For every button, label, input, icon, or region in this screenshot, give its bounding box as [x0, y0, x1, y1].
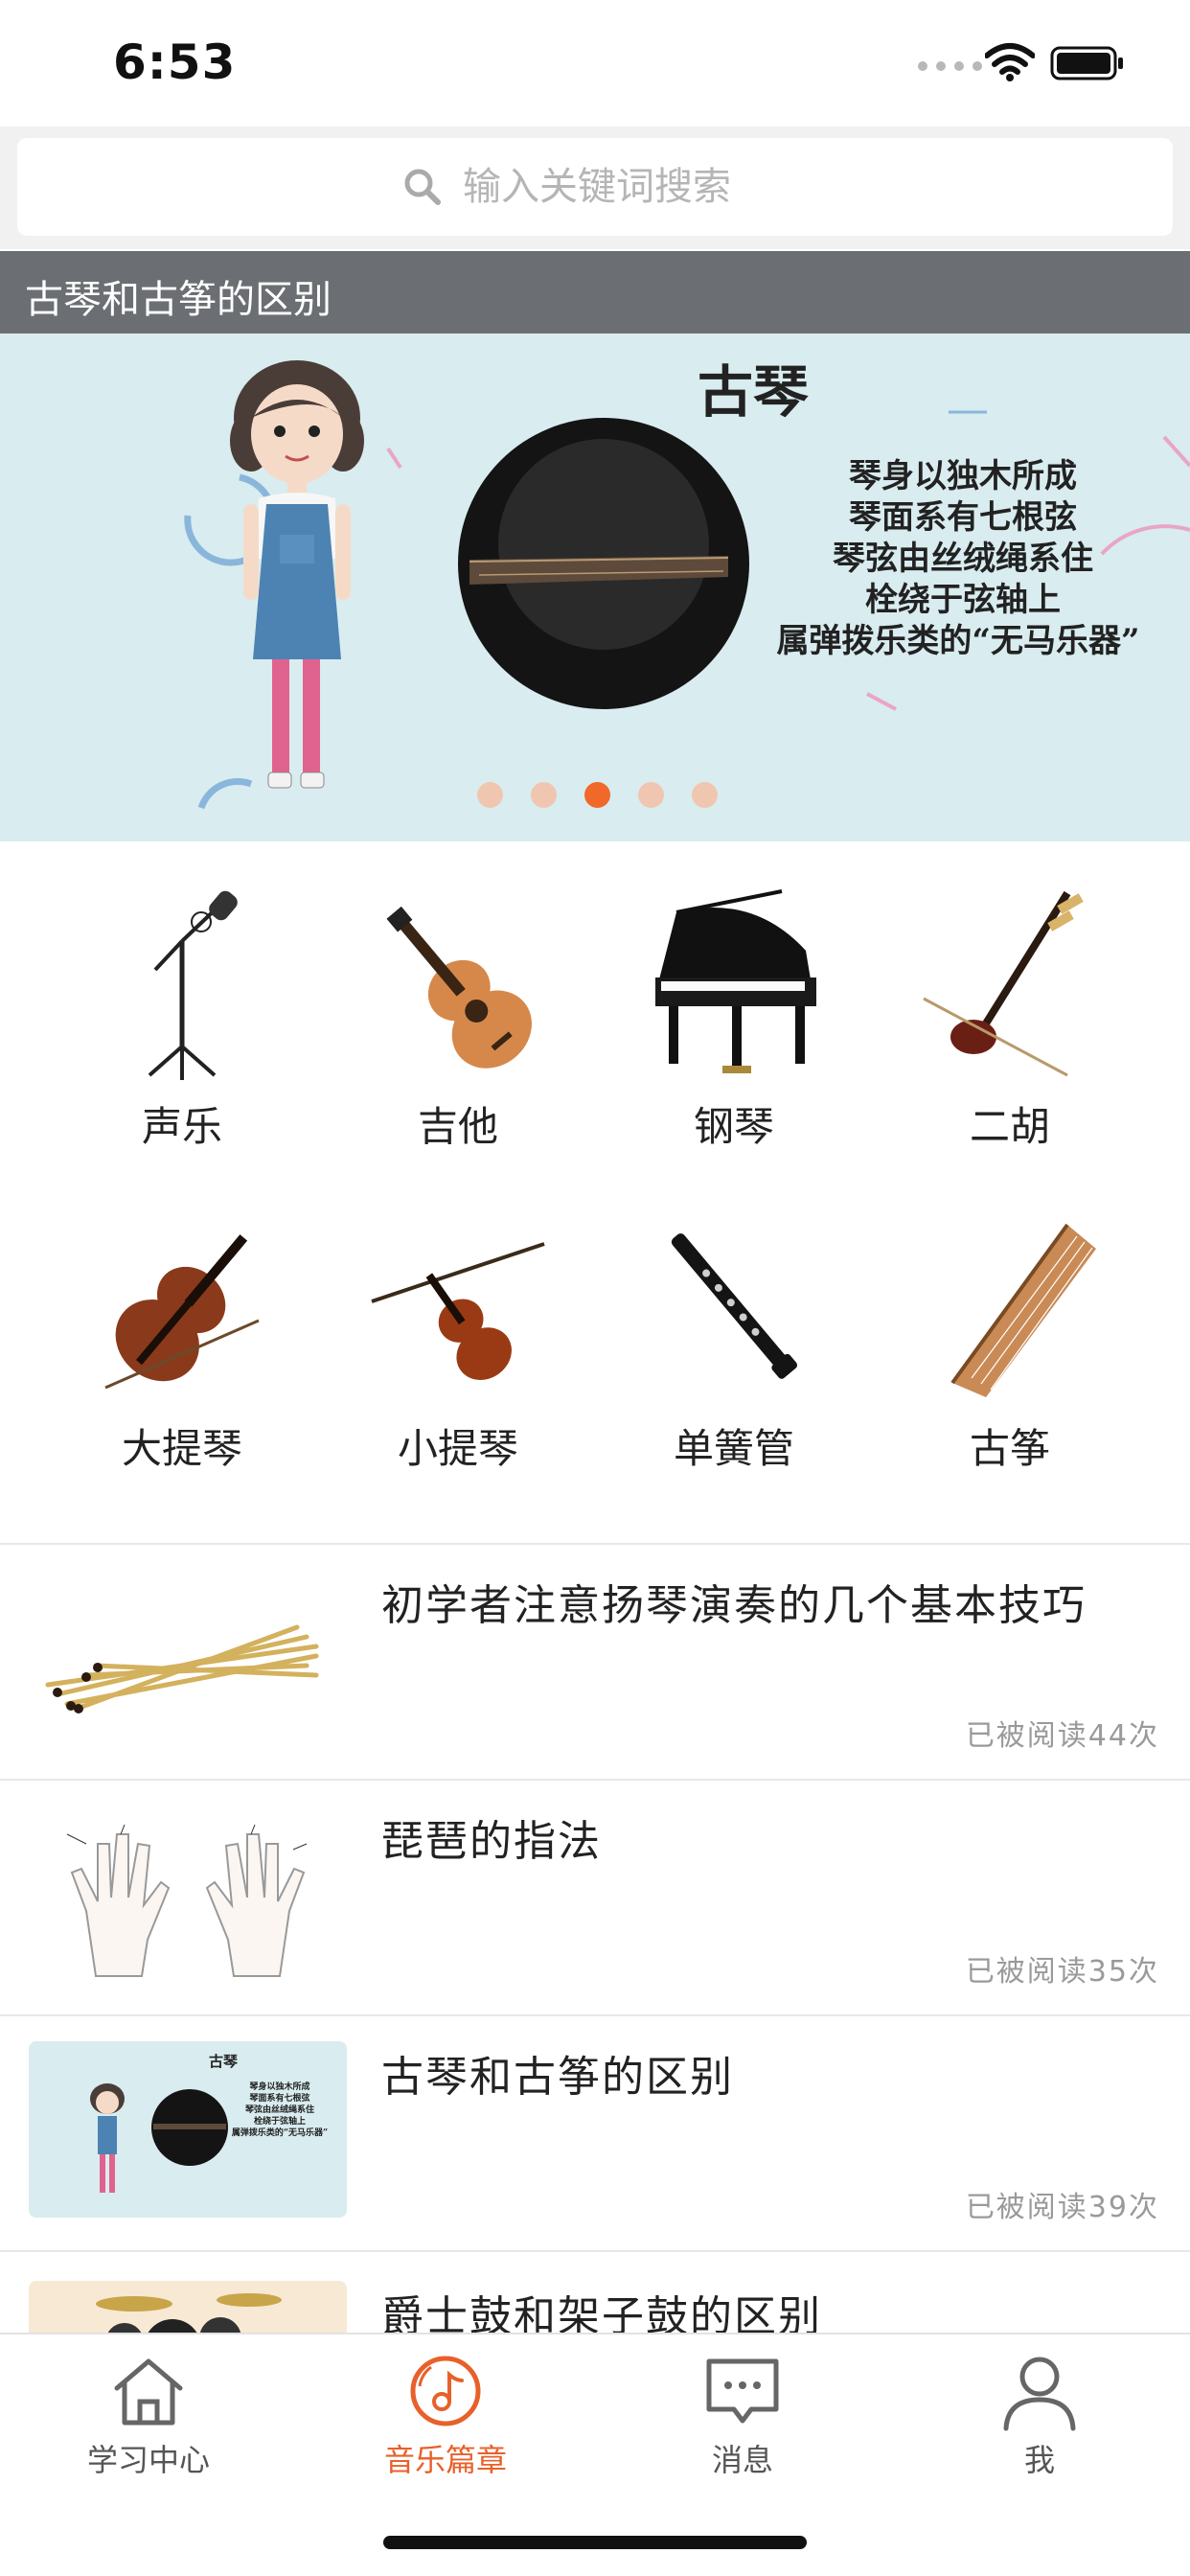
instrument-item-violin[interactable]: 小提琴	[343, 1206, 573, 1475]
grand-piano-icon	[655, 889, 816, 1073]
carousel-dot-active	[584, 782, 610, 808]
guzheng-icon	[950, 1223, 1096, 1397]
cellular-signal-icon	[918, 61, 982, 71]
carousel-dot	[638, 782, 664, 808]
instrument-label: 大提琴	[121, 1425, 242, 1472]
instrument-item-guitar[interactable]: 吉他	[343, 884, 573, 1153]
tab-label: 消息	[711, 2442, 773, 2478]
article-title: 琵琶的指法	[381, 1817, 602, 1866]
battery-icon	[1050, 46, 1123, 80]
banner-heading: 古琴	[698, 359, 810, 425]
banner-carousel[interactable]: 古琴 琴身以独木所成 琴面系有七根弦 琴弦由丝绒绳系住 栓绕于弦轴上 属弹拨乐类…	[0, 334, 1190, 841]
article-item[interactable]: 古琴 琴身以独木所成 琴面系有七根弦 琴弦由丝绒绳系住 栓绕于弦轴上 属弹拨乐类…	[0, 2014, 1190, 2250]
message-icon	[706, 2358, 779, 2424]
clarinet-icon	[671, 1233, 798, 1379]
banner-text: 琴身以独木所成 琴面系有七根弦 琴弦由丝绒绳系住 栓绕于弦轴上 属弹拨乐类的“无…	[776, 457, 1140, 660]
home-icon	[114, 2358, 183, 2426]
music-disc-icon	[410, 2356, 481, 2426]
article-read-count: 已被阅读35次	[965, 1955, 1159, 1989]
instrument-label: 声乐	[141, 1103, 222, 1150]
instrument-item-piano[interactable]: 钢琴	[619, 884, 849, 1153]
article-thumbnail	[29, 1570, 347, 1746]
yangqin-hammers-thumbnail	[29, 1570, 347, 1746]
status-time: 6:53	[113, 34, 237, 90]
tab-profile[interactable]: 我	[891, 2348, 1188, 2480]
status-bar: 6:53	[0, 0, 1190, 126]
banner-title-bar: 古琴和古筝的区别	[0, 251, 1190, 334]
guitar-icon	[386, 906, 532, 1069]
home-indicator[interactable]	[383, 2536, 807, 2549]
instrument-label: 小提琴	[397, 1425, 518, 1472]
violin-icon	[371, 1242, 545, 1380]
instrument-label: 单簧管	[673, 1425, 794, 1472]
instrument-label: 古筝	[969, 1425, 1050, 1472]
profile-icon	[1003, 2357, 1076, 2431]
instrument-item-guzheng[interactable]: 古筝	[895, 1206, 1125, 1475]
instrument-label: 吉他	[417, 1103, 498, 1150]
search-icon	[404, 169, 441, 205]
article-title: 初学者注意扬琴演奏的几个基本技巧	[381, 1581, 1087, 1630]
instrument-item-cello[interactable]: 大提琴	[67, 1206, 297, 1475]
thumbnail-heading: 古琴	[209, 2053, 239, 2070]
instrument-item-clarinet[interactable]: 单簧管	[619, 1206, 849, 1475]
carousel-dot	[477, 782, 503, 808]
search-input[interactable]	[463, 165, 789, 209]
pipa-fingering-hands-thumbnail	[29, 1806, 347, 1982]
app-screen: 6:53 古琴和古筝的区别	[0, 0, 1190, 2576]
article-item[interactable]: 琵琶的指法 已被阅读35次	[0, 1779, 1190, 2014]
article-thumbnail	[29, 1806, 347, 1982]
instrument-grid: 声乐 吉他 钢琴 二胡 大提琴 小提琴 单簧管 古筝	[0, 843, 1190, 1543]
carousel-page-indicator[interactable]	[477, 782, 718, 808]
tab-label: 音乐篇章	[383, 2442, 507, 2478]
search-area	[0, 126, 1190, 249]
tab-learning-center[interactable]: 学习中心	[0, 2348, 297, 2480]
article-item[interactable]: 初学者注意扬琴演奏的几个基本技巧 已被阅读44次	[0, 1543, 1190, 1779]
carousel-dot	[531, 782, 557, 808]
article-read-count: 已被阅读39次	[965, 2191, 1159, 2224]
instrument-item-erhu[interactable]: 二胡	[895, 884, 1125, 1153]
instrument-label: 二胡	[969, 1103, 1050, 1150]
article-thumbnail: 古琴 琴身以独木所成 琴面系有七根弦 琴弦由丝绒绳系住 栓绕于弦轴上 属弹拨乐类…	[29, 2041, 347, 2218]
microphone-stand-icon	[148, 890, 238, 1080]
instrument-item-vocal[interactable]: 声乐	[67, 884, 297, 1153]
carousel-dot	[692, 782, 718, 808]
banner-title: 古琴和古筝的区别	[25, 278, 332, 322]
tab-music-chapters[interactable]: 音乐篇章	[297, 2348, 594, 2480]
erhu-icon	[923, 890, 1084, 1077]
cello-icon	[104, 1234, 260, 1390]
tab-label: 我	[1023, 2442, 1055, 2478]
wifi-icon	[985, 43, 1035, 81]
instrument-label: 钢琴	[693, 1103, 774, 1150]
search-bar[interactable]	[17, 138, 1173, 236]
tab-label: 学习中心	[86, 2442, 210, 2478]
thumbnail-text: 琴身以独木所成 琴面系有七根弦 琴弦由丝绒绳系住 栓绕于弦轴上 属弹拨乐类的“无…	[231, 2082, 329, 2138]
article-read-count: 已被阅读44次	[965, 1719, 1159, 1753]
article-title: 古琴和古筝的区别	[381, 2053, 734, 2102]
tab-messages[interactable]: 消息	[594, 2348, 891, 2480]
